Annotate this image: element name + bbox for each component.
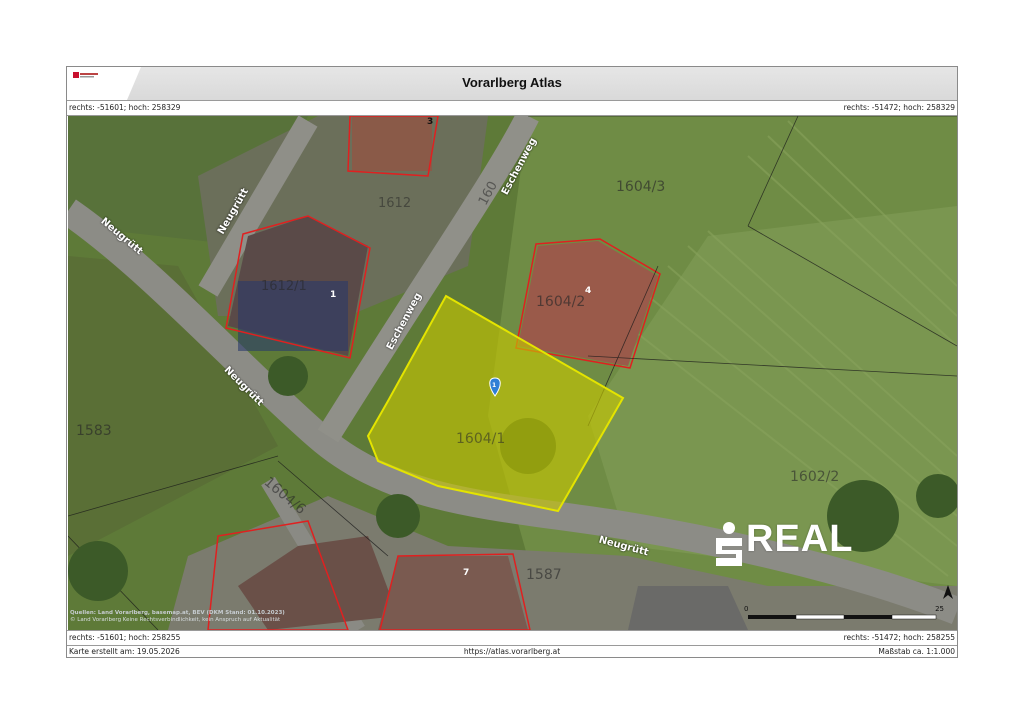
attribution-sources: Quellen: Land Vorarlberg, basemap.at, BE… (70, 610, 285, 616)
bottom-coordinate-row: rechts: -51601; hoch: 258255 rechts: -51… (67, 630, 957, 646)
sreal-watermark: REAL (712, 512, 892, 582)
print-footer: Karte erstellt am: 19.05.2026 https://at… (67, 645, 957, 659)
building-bottom-right (628, 586, 748, 630)
attribution-disclaimer: © Land Vorarlberg Keine Rechtsverbindlic… (70, 617, 281, 623)
house-number: 1 (330, 290, 337, 300)
page-title: Vorarlberg Atlas (462, 75, 562, 90)
bottom-left-coordinates: rechts: -51601; hoch: 258255 (69, 633, 181, 642)
parcel-label: 1583 (76, 423, 112, 439)
marker-number: 1 (492, 382, 497, 389)
map-attribution: Quellen: Land Vorarlberg, basemap.at, BE… (70, 610, 285, 624)
scale-bar: 0 25 (744, 605, 944, 625)
parcel-label: 1612 (378, 196, 412, 211)
parcel-label: 1604/2 (536, 294, 586, 310)
house-number: 4 (585, 286, 592, 296)
house-number: 3 (427, 117, 434, 127)
building-3 (352, 116, 432, 171)
parcel-label: 1612/1 (261, 279, 307, 294)
sreal-brand-text: REAL (746, 518, 854, 560)
parcel-label: 1604/3 (616, 179, 666, 195)
bottom-right-coordinates: rechts: -51472; hoch: 258255 (843, 633, 955, 642)
parcel-label: 1604/1 (456, 431, 506, 447)
building-7 (378, 556, 528, 630)
house-number: 7 (463, 568, 470, 578)
parcel-label: 1602/2 (790, 469, 840, 485)
atlas-header: Vorarlberg Atlas (67, 67, 957, 101)
sparkasse-s-icon (716, 522, 742, 566)
scale-text: Maßstab ca. 1:1.000 (878, 647, 955, 656)
top-left-coordinates: rechts: -51601; hoch: 258329 (69, 103, 181, 112)
atlas-url-link[interactable]: https://atlas.vorarlberg.at (67, 645, 957, 659)
north-arrow-icon (943, 585, 953, 599)
top-right-coordinates: rechts: -51472; hoch: 258329 (843, 103, 955, 112)
scale-bar-graphic (748, 614, 937, 620)
parcel-label: 1587 (526, 567, 562, 583)
top-coordinate-row: rechts: -51601; hoch: 258329 rechts: -51… (67, 101, 957, 116)
